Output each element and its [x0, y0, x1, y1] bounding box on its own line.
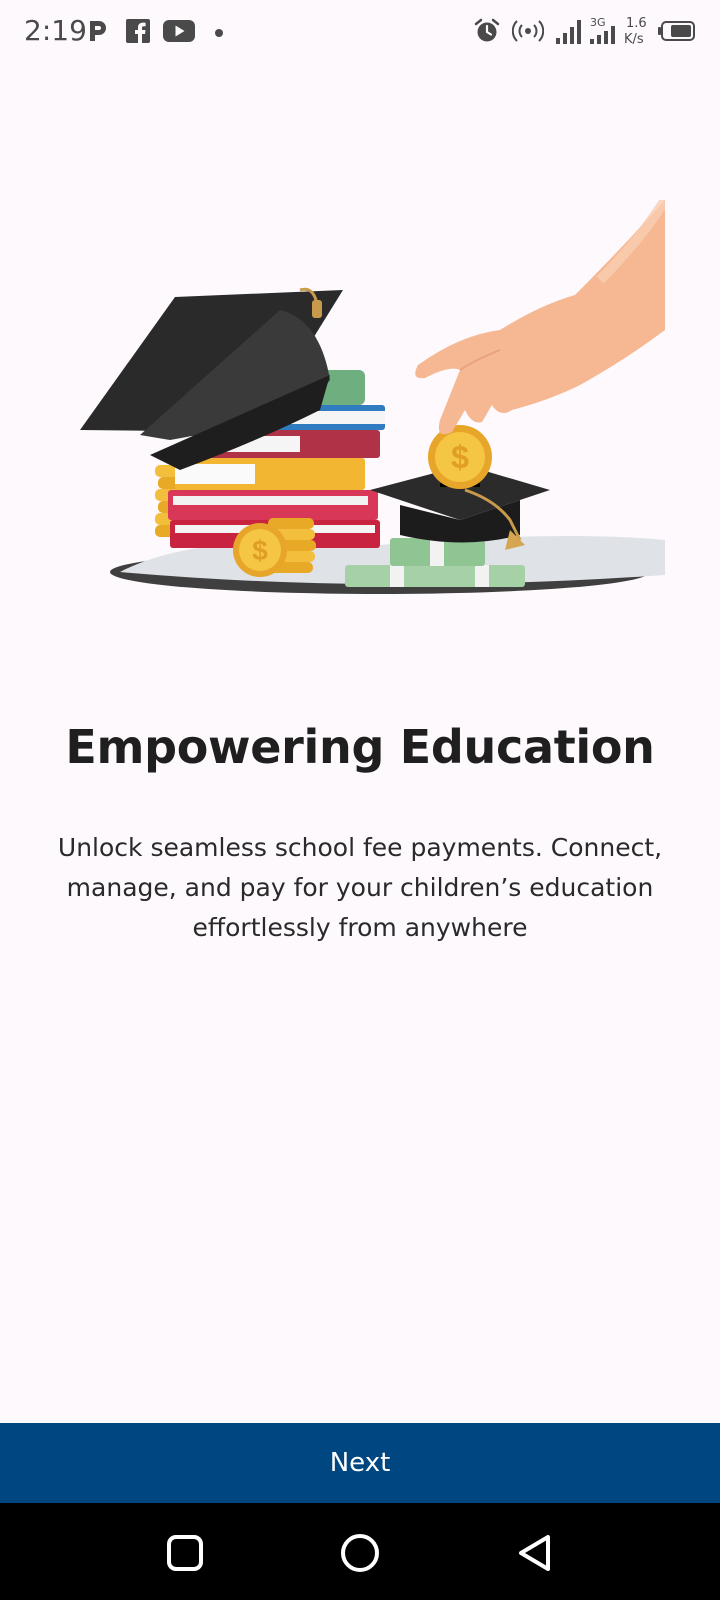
svg-text:$: $	[252, 535, 268, 566]
notification-dot-icon	[215, 29, 223, 37]
recents-icon[interactable]	[163, 1531, 207, 1575]
signal-icon	[556, 20, 581, 44]
onboarding-description: Unlock seamless school fee payments. Con…	[57, 833, 663, 942]
svg-text:$: $	[451, 439, 469, 475]
status-bar: 2:19 3G 1.6 K/s	[0, 0, 720, 64]
status-time: 2:19	[24, 14, 87, 47]
home-icon[interactable]	[338, 1531, 382, 1575]
dollar-coin-large: $	[233, 523, 287, 577]
back-icon[interactable]	[513, 1531, 557, 1575]
youtube-icon	[163, 20, 195, 42]
alarm-icon	[474, 18, 500, 42]
network-speed-unit: K/s	[624, 32, 644, 47]
system-navigation-bar	[0, 1503, 720, 1600]
network-speed-value: 1.6	[626, 16, 647, 31]
signal-3g-icon	[590, 26, 615, 44]
p-app-icon	[90, 21, 106, 41]
education-payment-illustration: $ $	[80, 200, 665, 594]
dollar-coin-inserted: $	[428, 425, 492, 489]
onboarding-title: Empowering Education	[65, 720, 655, 774]
next-button[interactable]: Next	[0, 1423, 720, 1503]
next-button-label: Next	[329, 1448, 391, 1478]
facebook-icon	[126, 19, 150, 43]
hotspot-icon	[512, 20, 544, 42]
hand	[415, 200, 665, 435]
battery-icon	[658, 21, 695, 41]
